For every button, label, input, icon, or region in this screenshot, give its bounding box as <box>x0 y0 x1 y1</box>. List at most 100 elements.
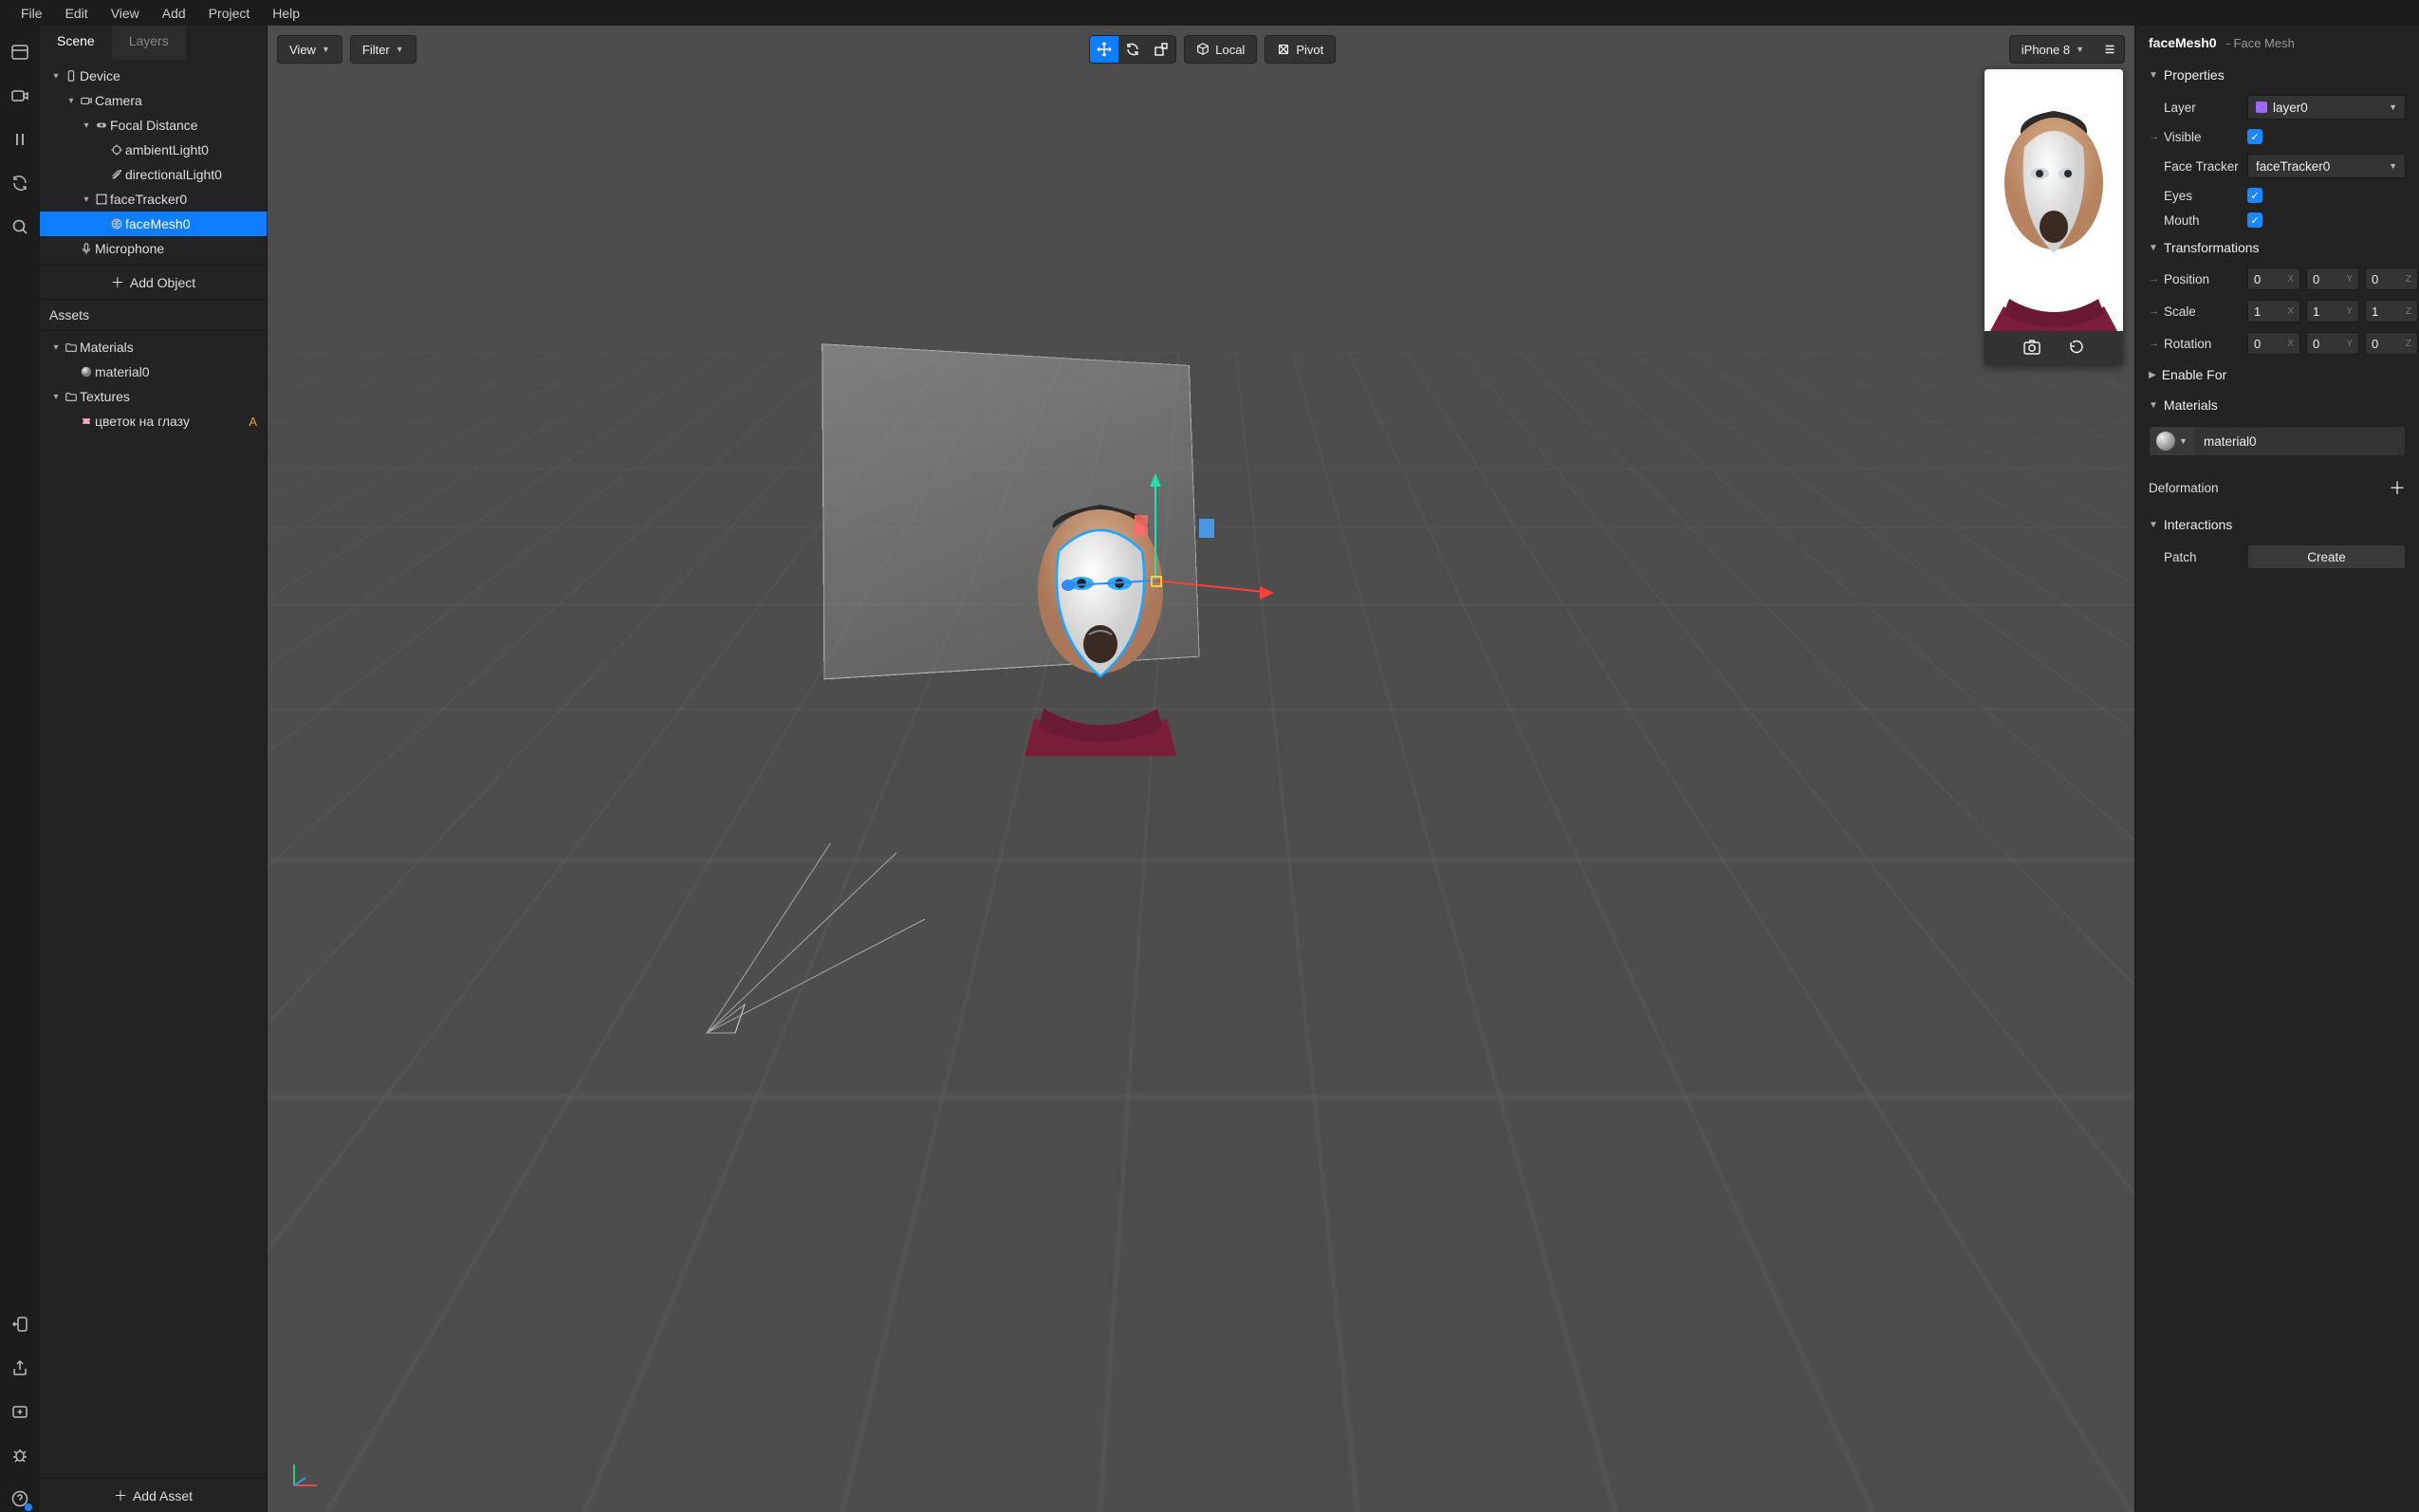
link-arrow-icon[interactable]: → <box>2149 305 2158 317</box>
chevron-down-icon: ▼ <box>2179 436 2188 446</box>
pause-icon[interactable] <box>7 126 33 153</box>
tree-item-microphone[interactable]: Microphone <box>40 236 267 261</box>
material-name-field[interactable]: material0 <box>2194 426 2406 456</box>
scale-x[interactable]: 1X <box>2247 300 2300 323</box>
tree-item-material0[interactable]: material0 <box>40 360 267 384</box>
layout-icon[interactable] <box>7 39 33 65</box>
preview-menu-icon[interactable] <box>2096 36 2124 63</box>
send-to-device-icon[interactable] <box>7 1311 33 1337</box>
tree-item-textures[interactable]: ▾ Textures <box>40 384 267 409</box>
rotation-z[interactable]: 0Z <box>2365 332 2418 355</box>
disclosure-triangle-icon[interactable]: ▾ <box>49 71 63 82</box>
reset-icon[interactable] <box>2068 339 2085 359</box>
tree-item-materials[interactable]: ▾Materials <box>40 335 267 360</box>
rotation-x[interactable]: 0X <box>2247 332 2300 355</box>
facetracker-select[interactable]: faceTracker0▼ <box>2247 154 2406 178</box>
share-icon[interactable] <box>7 1355 33 1381</box>
tree-item-camera[interactable]: ▾Camera <box>40 88 267 113</box>
layer-select[interactable]: layer0 ▼ <box>2247 95 2406 120</box>
create-patch-button[interactable]: Create <box>2247 544 2406 569</box>
section-interactions[interactable]: ▼Interactions <box>2135 509 2419 540</box>
grid-floor <box>268 26 2134 353</box>
tree-item-label: faceTracker0 <box>110 192 261 207</box>
menu-file[interactable]: File <box>9 1 54 26</box>
section-properties[interactable]: ▼Properties <box>2135 60 2419 90</box>
add-deformation-button[interactable]: ＋ <box>2389 475 2406 500</box>
tree-item-directionallight0[interactable]: directionalLight0 <box>40 162 267 187</box>
facetracker-value: faceTracker0 <box>2256 159 2330 174</box>
menu-project[interactable]: Project <box>197 1 262 26</box>
rotate-tool[interactable] <box>1118 36 1147 63</box>
camera-icon <box>78 94 95 107</box>
tree-item-label: directionalLight0 <box>125 167 261 182</box>
scene-tabs: Scene Layers <box>40 26 267 60</box>
disclosure-triangle-icon[interactable]: ▾ <box>49 392 63 402</box>
disclosure-triangle-icon[interactable]: ▾ <box>65 96 78 106</box>
chevron-down-icon: ▼ <box>2389 102 2397 112</box>
pivot-toggle[interactable]: Pivot <box>1265 36 1335 63</box>
device-selector[interactable]: iPhone 8▼ <box>2010 36 2096 63</box>
position-x[interactable]: 0X <box>2247 267 2300 290</box>
add-asset-button[interactable]: ＋ Add Asset <box>40 1478 267 1512</box>
disclosure-triangle-icon[interactable]: ▾ <box>80 120 93 131</box>
search-icon[interactable] <box>7 213 33 240</box>
mouth-checkbox[interactable]: ✓ <box>2247 212 2262 228</box>
scale-y[interactable]: 1Y <box>2306 300 2359 323</box>
position-label: Position <box>2164 272 2209 286</box>
visible-checkbox[interactable]: ✓ <box>2247 129 2262 144</box>
tree-item-цветок-на-глазу[interactable]: цветок на глазуA <box>40 409 267 433</box>
tree-item-facetracker0[interactable]: ▾ faceTracker0 <box>40 187 267 212</box>
section-label: Properties <box>2164 67 2225 83</box>
view-label: View <box>289 43 316 57</box>
tree-item-focal-distance[interactable]: ▾Focal Distance <box>40 113 267 138</box>
chevron-down-icon: ▼ <box>396 45 404 54</box>
chevron-down-icon: ▼ <box>2149 243 2158 253</box>
bug-icon[interactable] <box>7 1442 33 1468</box>
section-transformations[interactable]: ▼Transformations <box>2135 232 2419 263</box>
link-arrow-icon[interactable]: → <box>2149 131 2158 142</box>
menu-view[interactable]: View <box>100 1 151 26</box>
section-label: Materials <box>2164 397 2218 413</box>
add-object-button[interactable]: ＋ Add Object <box>40 265 267 299</box>
tree-item-device[interactable]: ▾Device <box>40 64 267 88</box>
scale-label: Scale <box>2164 304 2196 319</box>
material-preview[interactable]: ▼ <box>2149 426 2194 456</box>
position-y[interactable]: 0Y <box>2306 267 2359 290</box>
section-materials[interactable]: ▼Materials <box>2135 390 2419 420</box>
tab-scene[interactable]: Scene <box>40 26 112 60</box>
viewport-toolbar: View▼ Filter▼ Local Pivot <box>277 35 2125 64</box>
scale-z[interactable]: 1Z <box>2365 300 2418 323</box>
capture-icon[interactable] <box>2022 339 2041 359</box>
link-arrow-icon[interactable]: → <box>2149 338 2158 349</box>
tab-layers[interactable]: Layers <box>112 26 186 60</box>
3d-canvas[interactable] <box>268 26 2134 1512</box>
eyes-checkbox[interactable]: ✓ <box>2247 188 2262 203</box>
add-folder-icon[interactable] <box>7 1398 33 1425</box>
eyes-label: Eyes <box>2164 189 2192 203</box>
visible-label: Visible <box>2164 130 2202 144</box>
viewport[interactable]: View▼ Filter▼ Local Pivot <box>268 26 2134 1512</box>
link-arrow-icon[interactable]: → <box>2149 273 2158 285</box>
menu-add[interactable]: Add <box>151 1 197 26</box>
disclosure-triangle-icon[interactable]: ▾ <box>80 194 93 205</box>
filter-dropdown[interactable]: Filter▼ <box>351 36 415 63</box>
menu-help[interactable]: Help <box>261 1 311 26</box>
scale-tool[interactable] <box>1147 36 1175 63</box>
local-toggle[interactable]: Local <box>1185 36 1256 63</box>
disclosure-triangle-icon[interactable]: ▾ <box>49 342 63 353</box>
tree-item-label: Microphone <box>95 241 261 256</box>
position-z[interactable]: 0Z <box>2365 267 2418 290</box>
tree-item-ambientlight0[interactable]: ambientLight0 <box>40 138 267 162</box>
section-enablefor[interactable]: ▶Enable For <box>2135 360 2419 390</box>
chevron-down-icon: ▼ <box>2076 45 2084 54</box>
move-tool[interactable] <box>1090 36 1118 63</box>
rotation-y[interactable]: 0Y <box>2306 332 2359 355</box>
tree-item-facemesh0[interactable]: faceMesh0 <box>40 212 267 236</box>
tree-item-label: Textures <box>80 389 261 404</box>
view-dropdown[interactable]: View▼ <box>278 36 342 63</box>
refresh-icon[interactable] <box>7 170 33 196</box>
menu-edit[interactable]: Edit <box>54 1 100 26</box>
video-icon[interactable] <box>7 83 33 109</box>
help-icon[interactable] <box>7 1485 33 1512</box>
scene-tree: ▾Device▾Camera▾Focal DistanceambientLigh… <box>40 60 267 265</box>
